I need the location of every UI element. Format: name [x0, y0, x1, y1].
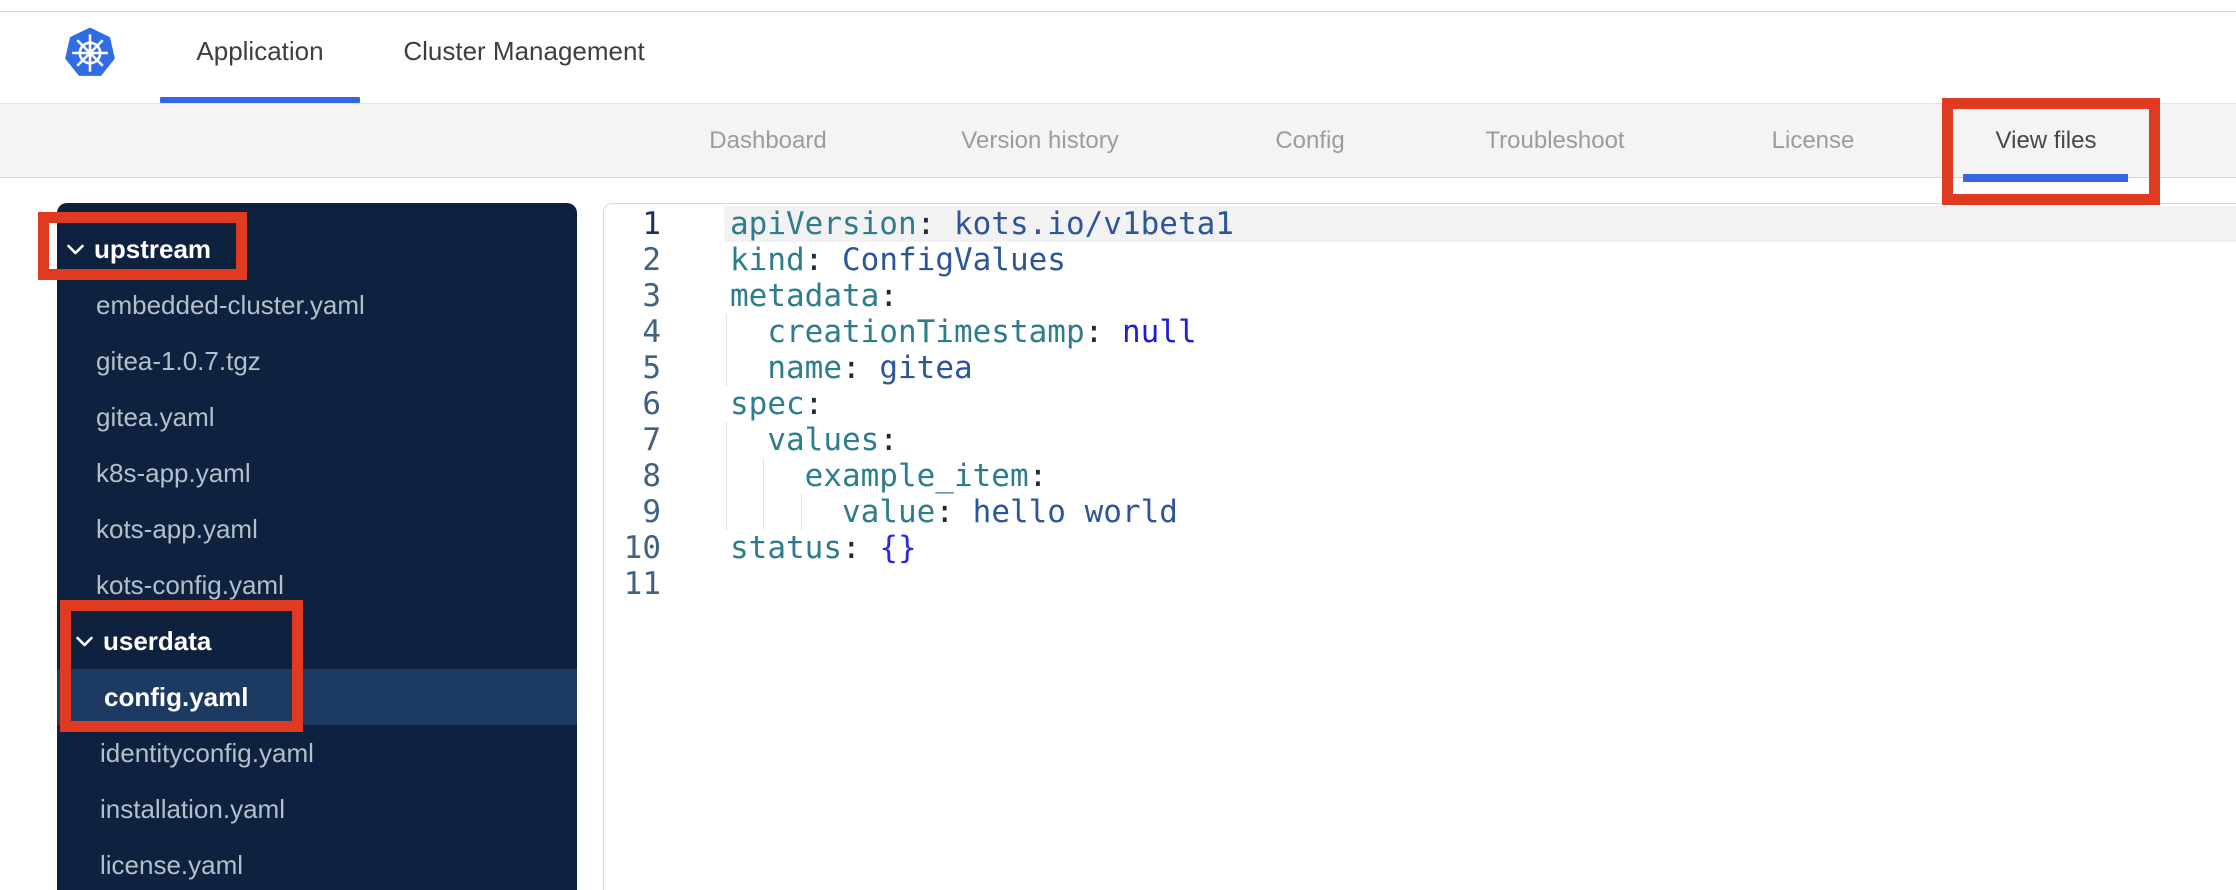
- code-text: spec:: [730, 386, 824, 422]
- active-tab-underline: [160, 97, 360, 103]
- nav-tab-label: License: [1771, 127, 1855, 154]
- nav-tab-dashboard[interactable]: Dashboard: [709, 104, 826, 178]
- tree-item-label: kots-config.yaml: [96, 569, 284, 600]
- line-number: 11: [623, 566, 661, 602]
- nav-tab-label: Troubleshoot: [1485, 127, 1625, 154]
- indent-guide: [726, 314, 727, 350]
- code-line-10[interactable]: 10 status: {}: [604, 530, 2236, 566]
- nav-tab-label: Config: [1275, 127, 1345, 154]
- nav-tab-troubleshoot[interactable]: Troubleshoot: [1485, 104, 1624, 178]
- tree-item-label: k8s-app.yaml: [96, 457, 251, 488]
- code-text: values:: [724, 422, 2236, 458]
- indent-guide: [763, 494, 765, 530]
- line-number: 2: [642, 242, 661, 278]
- tree-file-kots-app-yaml[interactable]: kots-app.yaml: [57, 501, 577, 557]
- nav-tab-label: Dashboard: [709, 127, 827, 154]
- line-number: 9: [642, 494, 661, 530]
- code-line-6[interactable]: 6 spec:: [604, 386, 2236, 422]
- tree-item-label: identityconfig.yaml: [100, 737, 314, 768]
- tab-application[interactable]: Application: [160, 0, 360, 103]
- tree-file-license-yaml[interactable]: license.yaml: [57, 837, 577, 890]
- code-text: status: {}: [730, 530, 917, 566]
- indent-guide: [726, 458, 727, 494]
- kubernetes-logo-icon: [65, 27, 115, 76]
- nav-tab-version-history[interactable]: Version history: [961, 104, 1118, 178]
- tab-cluster-management-label: Cluster Management: [403, 36, 645, 66]
- tree-item-label: gitea.yaml: [96, 401, 215, 432]
- tree-item-label: userdata: [103, 625, 212, 656]
- code-line-2[interactable]: 2 kind: ConfigValues: [604, 242, 2236, 278]
- code-text: creationTimestamp: null: [724, 314, 2236, 350]
- indent-guide: [726, 494, 727, 530]
- tree-file-kots-config-yaml[interactable]: kots-config.yaml: [57, 557, 577, 613]
- tab-application-label: Application: [196, 36, 324, 66]
- code-line-8[interactable]: 8 example_item:: [604, 458, 2236, 494]
- yaml-file-viewer[interactable]: 1 apiVersion: kots.io/v1beta1 2 kind: Confi…: [603, 203, 2236, 890]
- code-line-9[interactable]: 9 value: hello world: [604, 494, 2236, 530]
- indent-guide: [726, 350, 727, 386]
- code-line-4[interactable]: 4 creationTimestamp: null: [604, 314, 2236, 350]
- code-text: example_item:: [724, 458, 2236, 494]
- code-text: kind: ConfigValues: [730, 242, 1066, 278]
- line-number: 6: [642, 386, 661, 422]
- tree-file-embedded-cluster-yaml[interactable]: embedded-cluster.yaml: [57, 277, 577, 333]
- line-number: 5: [642, 350, 661, 386]
- code-text: name: gitea: [724, 350, 2236, 386]
- tree-item-label: kots-app.yaml: [96, 513, 258, 544]
- line-number: 7: [642, 422, 661, 458]
- top-header: Application Cluster Management: [0, 0, 2236, 104]
- indent-guide: [726, 422, 727, 458]
- tree-folder-userdata[interactable]: userdata: [57, 613, 577, 669]
- line-number: 8: [642, 458, 661, 494]
- tree-folder-upstream[interactable]: upstream: [57, 221, 577, 277]
- code-line-11[interactable]: 11: [604, 566, 2236, 602]
- kots-admin-console: Application Cluster Management Dashboard…: [0, 0, 2236, 890]
- code-line-1[interactable]: 1 apiVersion: kots.io/v1beta1: [604, 206, 2236, 242]
- code-text: metadata:: [730, 278, 898, 314]
- chevron-down-icon: [76, 636, 93, 646]
- app-nav-bar: Dashboard Version history Config Troublesho…: [0, 104, 2236, 178]
- file-tree-sidebar: upstream embedded-cluster.yaml gitea-1.0.7…: [57, 203, 577, 890]
- chevron-down-icon: [67, 244, 84, 254]
- tree-file-installation-yaml[interactable]: installation.yaml: [57, 781, 577, 837]
- line-number: 10: [623, 530, 661, 566]
- code-line-5[interactable]: 5 name: gitea: [604, 350, 2236, 386]
- nav-tab-label: Version history: [961, 127, 1119, 154]
- tree-item-label: license.yaml: [100, 849, 244, 880]
- code-text: apiVersion: kots.io/v1beta1: [724, 206, 2236, 242]
- tree-item-label: gitea-1.0.7.tgz: [96, 345, 261, 376]
- tree-file-k8s-app-yaml[interactable]: k8s-app.yaml: [57, 445, 577, 501]
- nav-tab-view-files[interactable]: View files: [1996, 104, 2097, 178]
- tree-item-label: installation.yaml: [100, 793, 285, 824]
- tree-item-label: upstream: [94, 233, 212, 264]
- nav-tab-license[interactable]: License: [1772, 104, 1855, 178]
- indent-guide: [763, 458, 765, 494]
- tree-file-config-yaml[interactable]: config.yaml: [57, 669, 577, 725]
- line-number: 3: [642, 278, 661, 314]
- code-line-3[interactable]: 3 metadata:: [604, 278, 2236, 314]
- code-line-7[interactable]: 7 values:: [604, 422, 2236, 458]
- nav-tab-config[interactable]: Config: [1275, 104, 1344, 178]
- nav-tab-label: View files: [1995, 127, 2097, 154]
- tab-cluster-management[interactable]: Cluster Management: [384, 0, 664, 103]
- line-number: 4: [642, 314, 661, 350]
- code-text: value: hello world: [724, 494, 2236, 530]
- line-number: 1: [642, 206, 661, 242]
- tree-item-label: config.yaml: [104, 681, 249, 712]
- tree-file-identityconfig-yaml[interactable]: identityconfig.yaml: [57, 725, 577, 781]
- tree-item-label: embedded-cluster.yaml: [96, 289, 365, 320]
- tree-file-gitea-yaml[interactable]: gitea.yaml: [57, 389, 577, 445]
- indent-guide: [800, 494, 802, 530]
- tree-file-gitea-1-0-7-tgz[interactable]: gitea-1.0.7.tgz: [57, 333, 577, 389]
